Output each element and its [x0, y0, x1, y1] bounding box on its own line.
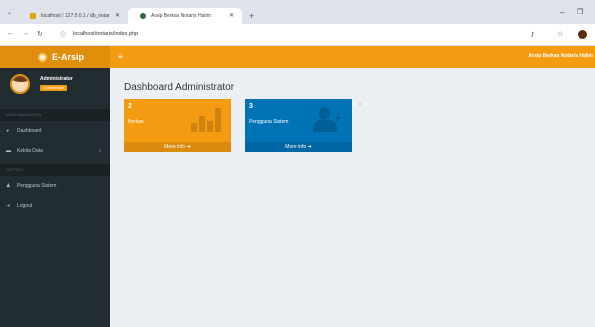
user-add-icon: + — [311, 105, 345, 135]
sidebar-item-label: Logout — [17, 203, 33, 209]
forward-arrow-icon[interactable]: → — [22, 30, 29, 37]
phpmyadmin-favicon-icon — [30, 13, 36, 19]
tab-close-icon[interactable]: ✕ — [115, 8, 120, 24]
sidebar-item-logout[interactable]: ⇥ Logout — [0, 198, 110, 214]
stat-label: Pengguna Sistem — [249, 119, 289, 125]
tab-search-icon[interactable]: ⌄ — [7, 9, 14, 16]
profile-avatar-icon[interactable] — [578, 30, 587, 39]
stat-number: 2 — [128, 103, 132, 110]
site-favicon-icon — [140, 13, 146, 19]
tab-label: Arsip Berkas Notaris Halim — [151, 13, 211, 19]
logo-icon — [38, 53, 47, 62]
maximize-button[interactable]: ❐ — [577, 8, 583, 16]
stat-box-pengguna: 3 Pengguna Sistem + More info ➔ — [245, 99, 352, 152]
top-user-menu[interactable]: Arsip Berkas Notaris Halim — [529, 53, 593, 59]
top-navbar: ≡ Arsip Berkas Notaris Halim — [110, 46, 595, 68]
user-icon: ♟ — [6, 183, 11, 189]
password-key-icon[interactable]: ⚷ — [530, 31, 534, 38]
user-name: Administrator — [40, 76, 73, 82]
more-info-link[interactable]: More info ➔ — [245, 142, 352, 152]
browser-address-bar: ← → ↻ ⓘ localhost/notaris/index.php ⚷ ☆ — [0, 24, 595, 46]
reload-icon[interactable]: ↻ — [37, 30, 43, 38]
user-role-badge: Administrator — [40, 85, 67, 91]
bar-chart-icon — [191, 108, 223, 132]
tab-label: localhost / 127.0.0.1 / db_notar — [41, 13, 110, 19]
sidebar-item-dashboard[interactable]: ◕ Dashboard — [0, 123, 110, 139]
dashboard-icon: ◕ — [6, 128, 10, 134]
minimize-button[interactable]: – — [560, 8, 564, 17]
chevron-left-icon: ‹ — [99, 148, 101, 154]
tab-close-icon[interactable]: ✕ — [229, 8, 234, 24]
stat-box-berkas: 2 Berkas More info ➔ — [124, 99, 231, 152]
app-logo[interactable]: E-Arsip — [0, 46, 110, 68]
sidebar-item-label: Dashboard — [17, 128, 42, 134]
back-arrow-icon[interactable]: ← — [7, 30, 14, 37]
url-field[interactable]: ⓘ localhost/notaris/index.php — [57, 28, 512, 42]
bookmark-star-icon[interactable]: ☆ — [557, 30, 563, 38]
sidebar-item-label: Pengguna Sistem — [17, 183, 57, 189]
sidebar-item-kelola-data[interactable]: ▬ Kelola Data ‹ — [0, 143, 110, 159]
page-title: Dashboard Administrator — [124, 82, 235, 93]
url-text[interactable]: localhost/notaris/index.php — [73, 31, 138, 37]
site-info-icon[interactable]: ⓘ — [60, 30, 66, 39]
stat-number: 3 — [249, 103, 253, 110]
stat-label: Berkas — [128, 119, 144, 125]
folder-icon: ▬ — [6, 148, 11, 154]
menu-header-setting: SETTING — [0, 164, 110, 176]
sidebar-item-pengguna-sistem[interactable]: ♟ Pengguna Sistem — [0, 178, 110, 194]
new-tab-button[interactable]: + — [249, 8, 254, 24]
browser-tab-active[interactable]: Arsip Berkas Notaris Halim ✕ — [128, 8, 242, 24]
logout-icon: ⇥ — [6, 203, 11, 209]
browser-tab-phpmyadmin[interactable]: localhost / 127.0.0.1 / db_notar ✕ — [18, 8, 128, 24]
sidebar: Administrator Administrator MAIN NAVIGAT… — [0, 68, 110, 327]
menu-header-main: MAIN NAVIGATION — [0, 109, 110, 121]
avatar-hair-icon — [12, 76, 28, 82]
logo-text: E-Arsip — [52, 52, 85, 62]
sidebar-item-label: Kelola Data — [17, 148, 43, 154]
hamburger-menu-icon[interactable]: ≡ — [118, 52, 123, 61]
browser-tab-bar: ⌄ localhost / 127.0.0.1 / db_notar ✕ Ars… — [0, 0, 595, 24]
decorative-dot — [359, 103, 361, 105]
more-info-link[interactable]: More info ➔ — [124, 142, 231, 152]
main-content: Dashboard Administrator 2 Berkas More in… — [110, 68, 595, 327]
user-panel: Administrator Administrator — [0, 68, 110, 106]
avatar — [10, 74, 30, 94]
